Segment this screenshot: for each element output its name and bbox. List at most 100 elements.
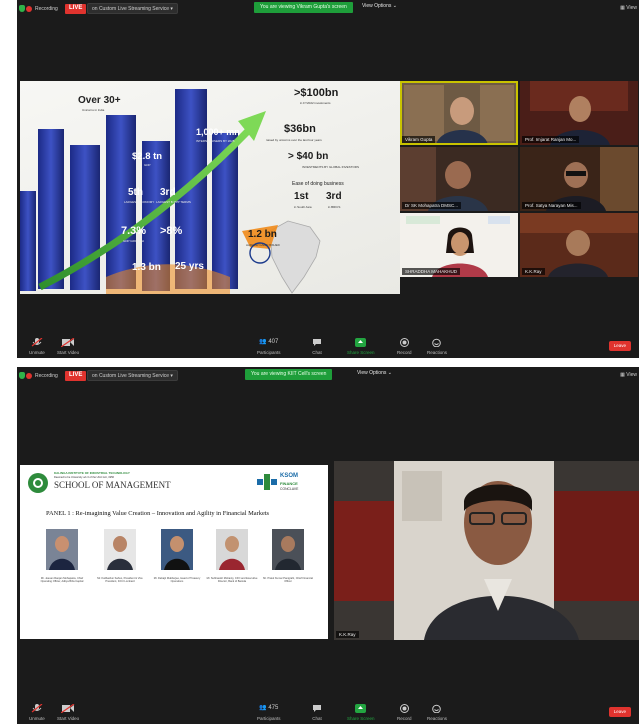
view-mode-button[interactable]: ▦ View bbox=[620, 5, 637, 11]
participant-tile[interactable]: Prof. Satya Narayan Mis... bbox=[520, 147, 638, 211]
security-shield-icon[interactable] bbox=[19, 372, 25, 379]
ksom-label: KSOM bbox=[280, 473, 298, 479]
stat-gdp-growth: 7.3% bbox=[121, 225, 147, 237]
view-options-button[interactable]: View Options ⌄ bbox=[362, 3, 397, 13]
viewing-screen-notice: You are viewing Vikram Gupta's screen bbox=[254, 2, 353, 13]
live-badge: LIVE bbox=[65, 4, 87, 14]
participant-tile[interactable]: Dr SK Mohapatra DMSC... bbox=[400, 147, 518, 211]
leave-button[interactable]: Leave bbox=[608, 707, 631, 717]
institute-name: KALINGA INSTITUTE OF INDUSTRIAL TECHNOLO… bbox=[54, 471, 130, 475]
chat-label: Chat bbox=[312, 716, 322, 721]
ksom-finance-logo-icon bbox=[257, 474, 277, 490]
participant-tile[interactable]: SHRADDHA MAHAKHUD bbox=[400, 213, 518, 277]
record-button[interactable]: Record bbox=[397, 704, 412, 721]
participant-tile[interactable]: Vikram Gupta bbox=[400, 81, 518, 145]
unmute-button[interactable]: Unmute bbox=[29, 338, 45, 355]
start-video-button[interactable]: Start Video bbox=[57, 704, 79, 721]
active-speaker-video[interactable]: K.K.Ray bbox=[334, 461, 639, 640]
participants-icon: 👥 475 bbox=[259, 705, 279, 711]
zoom-window-2: Recording LIVE on Custom Live Streaming … bbox=[17, 367, 639, 724]
live-stream-dropdown[interactable]: on Custom Live Streaming Service ▾ bbox=[87, 370, 178, 381]
view-mode-button[interactable]: ▦ View bbox=[620, 372, 637, 378]
speaker-caption: Mr. Subhasish Mohanty, CFO and Executive… bbox=[206, 577, 258, 584]
speaker-video-frame bbox=[334, 461, 639, 640]
chevron-down-icon: ▾ bbox=[170, 373, 173, 379]
speaker-photo bbox=[272, 529, 304, 570]
reactions-button[interactable]: Reactions bbox=[427, 704, 447, 721]
speaker-photo bbox=[216, 529, 248, 570]
stat-internet-users-sub: INTERNET USERS BY 2025 bbox=[196, 139, 235, 143]
stat-first: 1st bbox=[294, 191, 309, 202]
stat-third: 3rd bbox=[160, 187, 176, 198]
share-screen-label: Share Screen bbox=[347, 350, 375, 355]
live-stream-label: on Custom Live Streaming Service bbox=[92, 6, 169, 12]
bar-graphic bbox=[38, 129, 64, 289]
chevron-down-icon: ▾ bbox=[170, 6, 173, 12]
speaker-caption: Mr. Pratul Kumar Panigrahi, Chief Financ… bbox=[263, 577, 313, 584]
stat-fifth: 5th bbox=[128, 187, 143, 198]
participants-button[interactable]: 👥 475 Participants bbox=[257, 704, 281, 721]
stat-unicorns: Over 30+ bbox=[78, 95, 121, 106]
share-screen-button[interactable]: Share Screen bbox=[347, 338, 375, 355]
view-mode-label: View bbox=[626, 372, 637, 378]
conclave-label: CONCLAVE bbox=[280, 487, 299, 491]
participant-tile[interactable]: K.K.Ray bbox=[520, 213, 638, 277]
reactions-label: Reactions bbox=[427, 716, 448, 721]
stat-population: 1.3 bn bbox=[132, 262, 161, 273]
stat-first-sub: in South Asia bbox=[294, 205, 312, 209]
chat-bubble-icon bbox=[313, 339, 321, 346]
live-badge: LIVE bbox=[65, 371, 87, 381]
india-map-shape bbox=[269, 220, 321, 294]
record-label: Record bbox=[397, 716, 412, 721]
participants-label: Participants bbox=[257, 716, 281, 721]
chat-button[interactable]: Chat bbox=[312, 704, 322, 721]
leave-button[interactable]: Leave bbox=[608, 341, 631, 351]
chat-button[interactable]: Chat bbox=[312, 338, 322, 355]
unmute-label: Unmute bbox=[29, 716, 45, 721]
live-stream-label: on Custom Live Streaming Service bbox=[92, 373, 169, 379]
stat-third-sub: LARGEST B PPP TERMS bbox=[156, 200, 191, 204]
security-shield-icon[interactable] bbox=[19, 5, 25, 12]
shared-slide-india-stats: Over 30+ Unicorns in India >$100bn in FY… bbox=[20, 81, 400, 294]
start-video-button[interactable]: Start Video bbox=[57, 338, 79, 355]
zoom-window-1: Recording LIVE on Custom Live Streaming … bbox=[17, 0, 639, 358]
shared-slide-panel: KALINGA INSTITUTE OF INDUSTRIAL TECHNOLO… bbox=[20, 465, 328, 639]
view-options-button[interactable]: View Options ⌄ bbox=[357, 370, 392, 380]
meeting-toolbar: Unmute Start Video 👥 475 Participants Ch… bbox=[17, 698, 639, 724]
participant-tile[interactable]: Prof. Imjarat Ranjan Mo... bbox=[520, 81, 638, 145]
reactions-button[interactable]: Reactions bbox=[427, 338, 447, 355]
stat-unicorns-sub: Unicorns in India bbox=[82, 108, 105, 112]
speaker-photo bbox=[46, 529, 78, 570]
recording-dot-icon bbox=[26, 6, 32, 12]
participants-icon: 👥 407 bbox=[259, 339, 279, 345]
institute-subtitle: Deemed to be University u/s 3 of the UGC… bbox=[54, 476, 114, 479]
microphone-muted-icon bbox=[31, 338, 43, 347]
video-off-icon bbox=[61, 704, 75, 713]
record-label: Record bbox=[397, 350, 412, 355]
share-screen-icon bbox=[355, 338, 367, 347]
record-button[interactable]: Record bbox=[397, 338, 412, 355]
share-screen-button[interactable]: Share Screen bbox=[347, 704, 375, 721]
share-screen-icon bbox=[355, 704, 367, 713]
stat-36bn-sub: raised by unicorns over the last four ye… bbox=[266, 138, 322, 142]
recording-dot-icon bbox=[26, 373, 32, 379]
view-options-label: View Options bbox=[362, 3, 392, 9]
unmute-button[interactable]: Unmute bbox=[29, 704, 45, 721]
recording-label[interactable]: Recording bbox=[35, 6, 58, 12]
chevron-down-icon: ⌄ bbox=[387, 370, 392, 376]
participants-button[interactable]: 👥 407 Participants bbox=[257, 338, 281, 355]
stat-internet-users: 1,000+ mn bbox=[196, 127, 240, 137]
stat-40bn: > $40 bn bbox=[288, 151, 329, 162]
start-video-label: Start Video bbox=[57, 716, 80, 721]
reactions-label: Reactions bbox=[427, 350, 448, 355]
participant-name: SHRADDHA MAHAKHUD bbox=[402, 268, 461, 275]
live-stream-dropdown[interactable]: on Custom Live Streaming Service ▾ bbox=[87, 3, 178, 14]
stat-aadhar: 1.2 bn bbox=[248, 229, 277, 240]
stat-gdp: $2.8 tn bbox=[132, 151, 163, 162]
slide-graphic bbox=[20, 89, 321, 294]
start-video-label: Start Video bbox=[57, 350, 80, 355]
stat-gdp-sub: GDP bbox=[144, 163, 151, 167]
recording-label[interactable]: Recording bbox=[35, 373, 58, 379]
kiit-logo-icon bbox=[28, 473, 48, 493]
stat-gdp-growth-sub: GDP GROWTH bbox=[123, 239, 144, 243]
